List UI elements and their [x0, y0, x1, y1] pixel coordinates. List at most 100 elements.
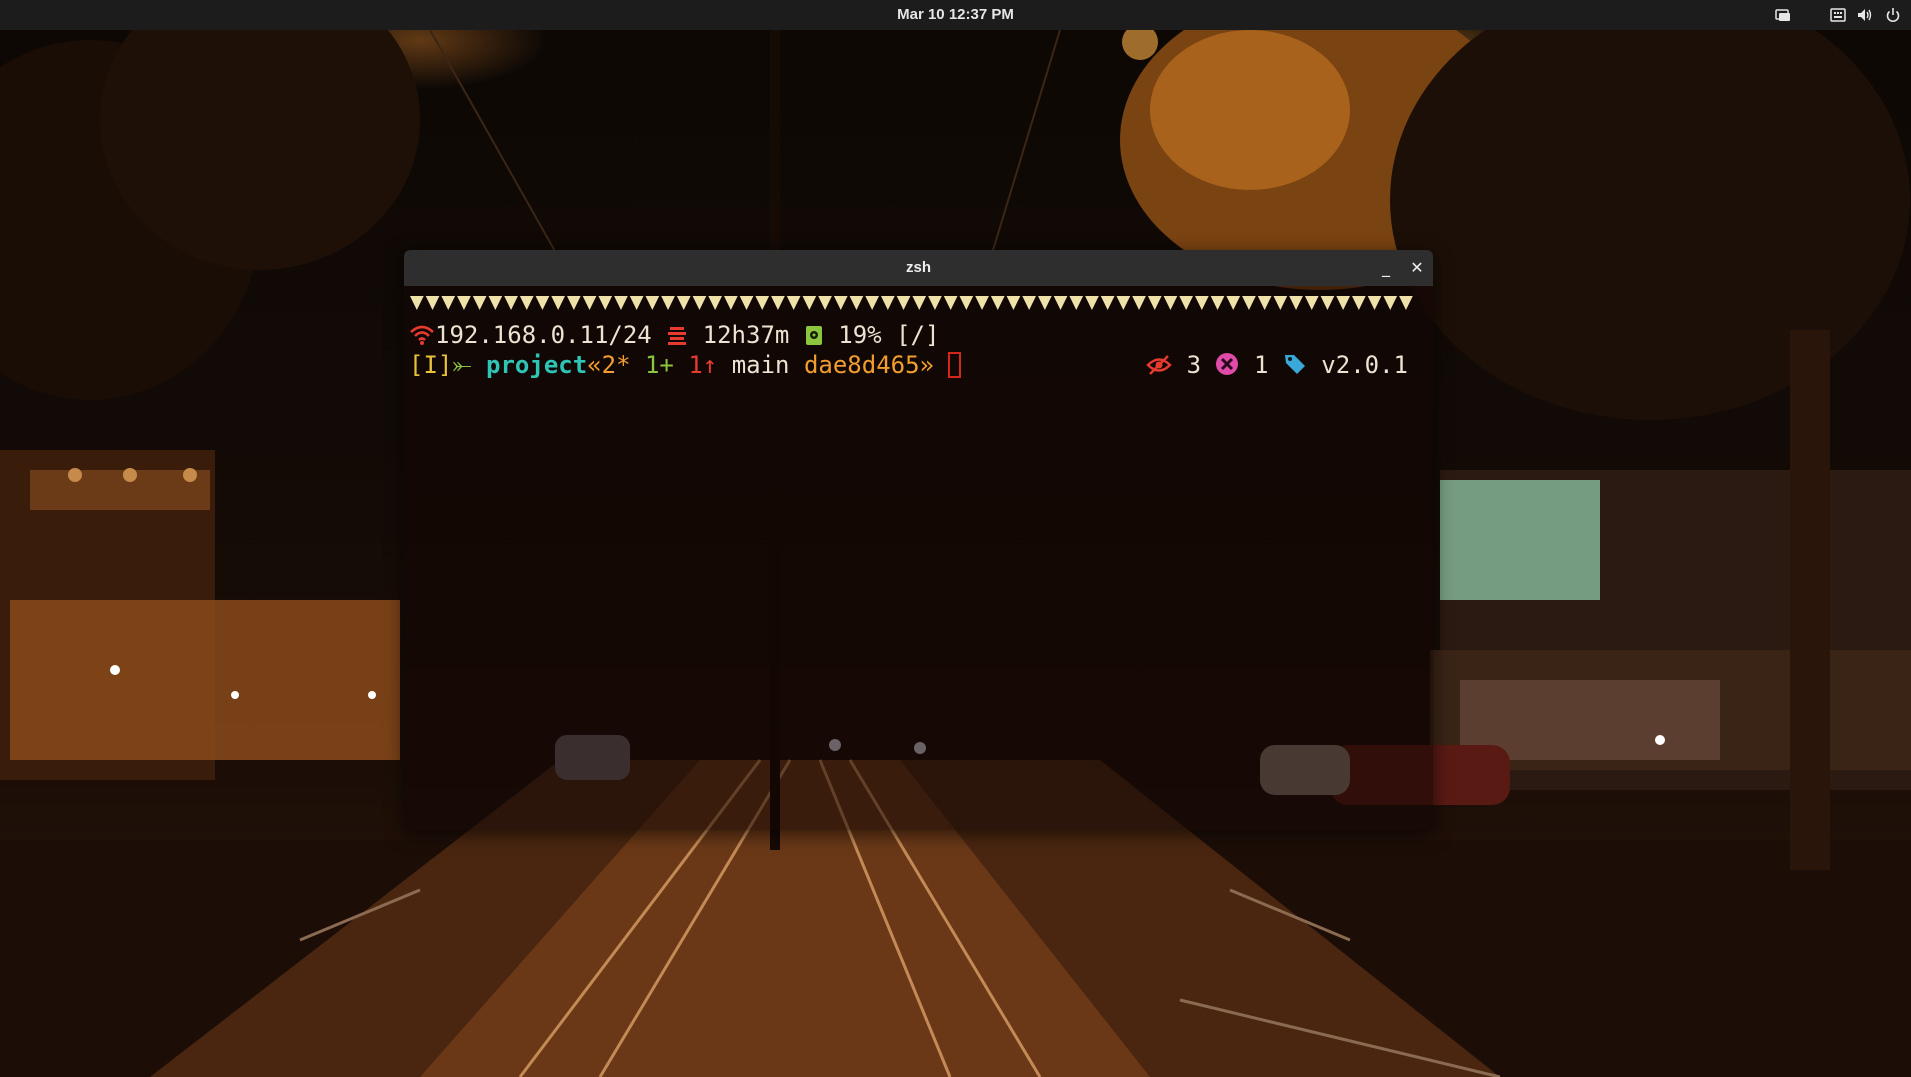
- version-tag: v2.0.1: [1321, 351, 1408, 379]
- divider-triangle: [1383, 296, 1398, 310]
- divider-triangle: [943, 296, 958, 310]
- divider-triangle: [1038, 296, 1052, 310]
- terminal-window[interactable]: zsh _ ✕ 192.168.0.11/24 12h37m 19% [/] […: [404, 250, 1433, 830]
- divider-triangle: [535, 296, 550, 310]
- uptime-value: 12h37m: [702, 321, 790, 349]
- divider-triangle: [1069, 296, 1084, 310]
- divider-triangle: [755, 296, 770, 310]
- divider-triangle: [567, 296, 581, 310]
- divider-triangle: [488, 296, 503, 310]
- terminal-cursor: [948, 352, 962, 378]
- divider-triangle: [676, 296, 691, 310]
- divider-triangle: [1226, 296, 1241, 310]
- divider-triangle: [410, 296, 424, 310]
- close-button[interactable]: ✕: [1407, 258, 1427, 278]
- watchers-count: 3: [1186, 351, 1202, 379]
- divider-triangle: [661, 296, 675, 310]
- divider-triangle: [1147, 296, 1162, 310]
- current-directory: [/]: [896, 321, 940, 349]
- right-prompt: 3 1 v2.0.1: [1146, 350, 1408, 383]
- divider-triangle: [849, 296, 864, 310]
- clock[interactable]: Mar 10 12:37 PM: [0, 6, 1911, 23]
- divider-triangle: [724, 296, 738, 310]
- terminal-content[interactable]: 192.168.0.11/24 12h37m 19% [/] [I]⤜ proj…: [404, 286, 1433, 830]
- divider-triangle: [1163, 296, 1178, 310]
- disk-icon: [804, 323, 824, 353]
- divider-triangle: [1116, 296, 1131, 310]
- divider-triangle: [598, 296, 613, 310]
- divider-triangle: [1242, 296, 1256, 310]
- divider-triangle: [1304, 296, 1319, 310]
- divider-triangle: [1022, 296, 1036, 310]
- divider-triangle: [1352, 296, 1366, 310]
- prompt-triangle-divider: [410, 296, 1413, 310]
- divider-triangle: [975, 296, 989, 310]
- git-commit-hash: dae8d465: [803, 351, 920, 379]
- divider-triangle: [928, 296, 942, 310]
- divider-triangle: [425, 296, 440, 310]
- divider-triangle: [1195, 296, 1209, 310]
- divider-triangle: [786, 296, 801, 310]
- keyboard-icon[interactable]: [1830, 7, 1846, 23]
- git-ahead-count: 1↑: [688, 351, 718, 379]
- divider-triangle: [896, 296, 911, 310]
- network-address: 192.168.0.11/24: [435, 321, 652, 349]
- divider-triangle: [551, 296, 565, 310]
- divider-triangle: [472, 296, 487, 310]
- divider-triangle: [645, 296, 660, 310]
- git-branch: main: [731, 351, 790, 379]
- uptime-icon: [666, 323, 688, 353]
- git-open-bracket: «: [587, 351, 602, 379]
- divider-triangle: [1053, 296, 1068, 310]
- divider-triangle: [708, 296, 722, 310]
- git-staged-count: 1+: [644, 351, 674, 379]
- tag-icon: [1283, 352, 1307, 383]
- divider-triangle: [771, 296, 785, 310]
- prompt-arrow: ⤜: [452, 351, 472, 379]
- divider-triangle: [1132, 296, 1146, 310]
- divider-triangle: [504, 296, 518, 310]
- vi-mode-indicator: [I]: [409, 351, 453, 379]
- divider-triangle: [959, 296, 974, 310]
- window-title: zsh: [905, 259, 931, 276]
- divider-triangle: [833, 296, 848, 310]
- divider-triangle: [818, 296, 832, 310]
- divider-triangle: [1006, 296, 1021, 310]
- divider-triangle: [1179, 296, 1193, 310]
- divider-triangle: [1085, 296, 1099, 310]
- volume-icon[interactable]: [1857, 7, 1873, 23]
- divider-triangle: [1367, 296, 1382, 310]
- divider-triangle: [519, 296, 534, 310]
- screen-share-icon[interactable]: [1775, 7, 1791, 23]
- title-bar[interactable]: zsh _ ✕: [404, 250, 1433, 286]
- divider-triangle: [457, 296, 471, 310]
- divider-triangle: [1210, 296, 1225, 310]
- divider-triangle: [1399, 296, 1413, 310]
- divider-triangle: [441, 296, 456, 310]
- disk-usage: 19%: [838, 321, 882, 349]
- wifi-icon: [409, 323, 435, 353]
- errors-count: 1: [1253, 351, 1269, 379]
- divider-triangle: [629, 296, 644, 310]
- top-panel: Mar 10 12:37 PM: [0, 0, 1911, 30]
- repo-name: project: [486, 351, 588, 379]
- power-icon[interactable]: [1885, 7, 1901, 23]
- prompt-status-line: 192.168.0.11/24 12h37m 19% [/]: [409, 320, 939, 353]
- divider-triangle: [1273, 296, 1288, 310]
- divider-triangle: [1289, 296, 1303, 310]
- divider-triangle: [1257, 296, 1272, 310]
- divider-triangle: [739, 296, 754, 310]
- divider-triangle: [802, 296, 817, 310]
- divider-triangle: [614, 296, 628, 310]
- divider-triangle: [912, 296, 927, 310]
- divider-triangle: [582, 296, 597, 310]
- divider-triangle: [1336, 296, 1350, 310]
- divider-triangle: [692, 296, 707, 310]
- divider-triangle: [1320, 296, 1335, 310]
- git-close-bracket: »: [919, 351, 934, 379]
- divider-triangle: [990, 296, 1005, 310]
- error-x-icon: [1215, 352, 1239, 383]
- minimize-button[interactable]: _: [1376, 258, 1396, 278]
- eye-slash-icon: [1146, 353, 1172, 383]
- prompt-git-line: [I]⤜ project«2* 1+ 1↑ main dae8d465» 3 1…: [409, 350, 1428, 380]
